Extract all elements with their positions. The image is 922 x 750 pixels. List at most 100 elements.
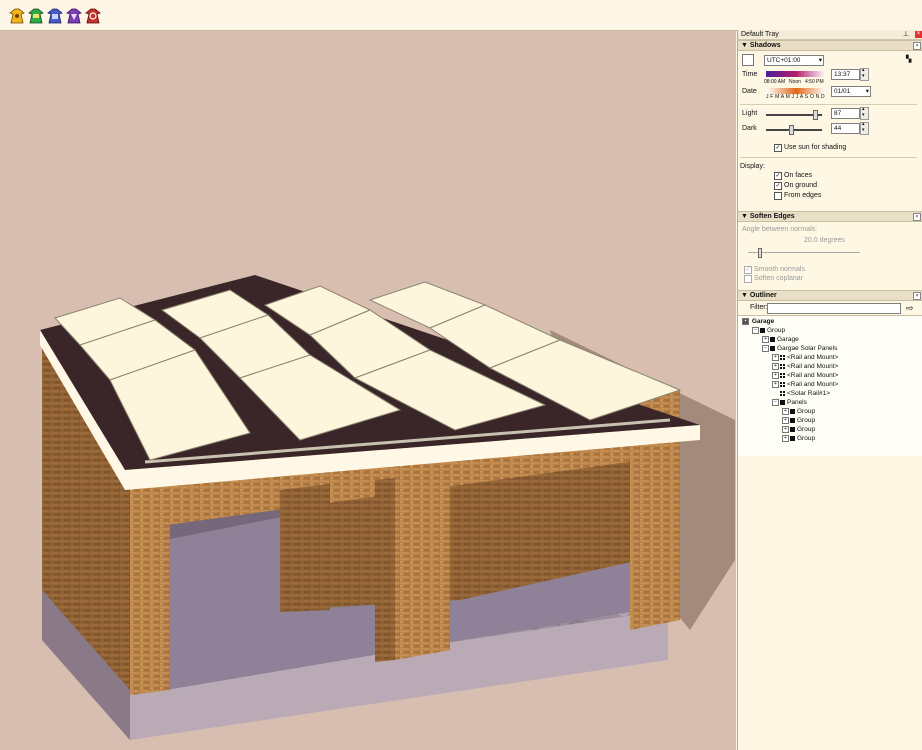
- outliner-item[interactable]: + <Rail and Mount>: [772, 362, 838, 371]
- group-icon: [790, 435, 795, 441]
- outliner-item-label: Panels: [787, 399, 807, 406]
- outliner-item[interactable]: − Panels: [772, 398, 807, 407]
- angle-slider[interactable]: [748, 252, 860, 253]
- on-ground-label: On ground: [784, 182, 818, 189]
- outliner-item-label: <Rail and Mount>: [787, 363, 839, 370]
- outliner-details-icon[interactable]: ⇨: [906, 303, 914, 314]
- time-scale-right: 4:50 PM: [805, 79, 824, 85]
- outliner-item[interactable]: + <Rail and Mount>: [772, 380, 838, 389]
- time-scale-left: 08:00 AM: [764, 79, 786, 85]
- outliner-item[interactable]: − Group: [752, 326, 785, 335]
- outliner-item[interactable]: + Group: [782, 425, 815, 434]
- dark-label: Dark: [742, 125, 757, 132]
- panel-close-icon[interactable]: ×: [913, 292, 921, 300]
- date-label: Date: [742, 88, 757, 95]
- outliner-item[interactable]: + Garage: [762, 335, 799, 344]
- layers-icon[interactable]: [28, 8, 44, 24]
- time-input[interactable]: 13:37: [831, 69, 860, 80]
- soften-coplanar-checkbox[interactable]: [744, 275, 752, 283]
- dark-stepper[interactable]: [860, 121, 869, 135]
- from-edges-label: From edges: [784, 192, 822, 199]
- collapse-icon: ▼: [741, 42, 750, 49]
- component-icon: [780, 363, 785, 369]
- dark-slider[interactable]: [766, 129, 822, 131]
- collapse-icon[interactable]: −: [752, 326, 759, 334]
- default-tray: Default Tray ⊥ × ▼ Shadows × UTC+01:00 ▾ …: [737, 30, 922, 750]
- component-icon: [780, 390, 785, 396]
- outliner-item-label: Group: [797, 435, 816, 442]
- on-faces-checkbox[interactable]: ✓: [774, 172, 782, 180]
- expand-icon[interactable]: +: [782, 407, 789, 415]
- soften-edges-panel: Angle between normals: 20.0 degrees ✓ Sm…: [738, 222, 922, 290]
- dark-slider-thumb[interactable]: [788, 125, 794, 135]
- collapse-icon[interactable]: −: [762, 344, 769, 352]
- outliner-item[interactable]: <Solar Rail#1>: [772, 389, 830, 398]
- close-icon[interactable]: ×: [915, 31, 922, 38]
- outliner-header-label: Outliner: [749, 292, 777, 299]
- months-scale: J F M A M J J A S O N D: [766, 94, 825, 100]
- expand-icon[interactable]: +: [772, 362, 779, 370]
- on-ground-checkbox[interactable]: ✓: [774, 182, 782, 190]
- pin-icon[interactable]: ⊥: [903, 30, 909, 39]
- component-icon: [780, 372, 785, 378]
- expand-icon[interactable]: +: [772, 371, 779, 379]
- chevron-down-icon: ▾: [818, 57, 822, 64]
- shadows-panel-header[interactable]: ▼ Shadows ×: [738, 40, 922, 51]
- expand-icon[interactable]: +: [782, 425, 789, 433]
- root-label: Garage: [751, 318, 775, 325]
- outliner-item[interactable]: + Group: [782, 416, 815, 425]
- smooth-normals-checkbox[interactable]: ✓: [744, 266, 752, 274]
- display-label: Display:: [740, 163, 765, 170]
- filter-input[interactable]: [767, 303, 901, 314]
- component-icon: [780, 354, 785, 360]
- outliner-item[interactable]: + <Rail and Mount>: [772, 353, 838, 362]
- date-select[interactable]: 01/01 ▾: [831, 86, 871, 97]
- chevron-down-icon: ▾: [865, 88, 869, 95]
- expand-icon[interactable]: +: [782, 434, 789, 442]
- expand-icon[interactable]: +: [772, 380, 779, 388]
- expand-icon[interactable]: +: [772, 353, 779, 361]
- light-input[interactable]: 87: [831, 108, 860, 119]
- light-slider-thumb[interactable]: [812, 110, 818, 120]
- panel-close-icon[interactable]: ×: [913, 213, 921, 221]
- time-scale-mid: Noon: [789, 79, 801, 85]
- time-stepper[interactable]: [860, 67, 869, 81]
- group-icon: [790, 408, 795, 414]
- from-edges-checkbox[interactable]: [774, 192, 782, 200]
- outliner-item-label: Group: [797, 417, 816, 424]
- divider: [740, 104, 917, 105]
- date-value: 01/01: [834, 88, 851, 95]
- styles-icon[interactable]: [9, 8, 25, 24]
- toolbar: [0, 0, 922, 31]
- model-viewport[interactable]: [0, 31, 736, 750]
- use-sun-checkbox[interactable]: ✓: [774, 144, 782, 152]
- soften-header-label: Soften Edges: [749, 213, 795, 220]
- expand-icon[interactable]: +: [762, 335, 769, 343]
- outliner-item[interactable]: + Group: [782, 407, 815, 416]
- outliner-item-label: Group: [767, 327, 786, 334]
- angle-value: 20.0 degrees: [804, 237, 845, 244]
- outliner-item-label: <Rail and Mount>: [787, 381, 839, 388]
- outliner-root[interactable]: ▪ Garage: [742, 317, 774, 326]
- expand-icon[interactable]: +: [782, 416, 789, 424]
- toggle-shadows-icon[interactable]: [742, 54, 754, 66]
- soften-edges-panel-header[interactable]: ▼ Soften Edges ×: [738, 211, 922, 222]
- shadow-settings-icon[interactable]: ▚: [906, 55, 914, 64]
- dark-input[interactable]: 44: [831, 123, 860, 134]
- garage-model-drawing: [40, 275, 735, 740]
- light-stepper[interactable]: [860, 106, 869, 120]
- components-icon[interactable]: [47, 8, 63, 24]
- time-slider[interactable]: [766, 71, 826, 77]
- collapse-icon[interactable]: −: [772, 398, 779, 406]
- tray-title-bar: Default Tray ⊥ ×: [738, 30, 922, 40]
- timezone-select[interactable]: UTC+01:00 ▾: [764, 55, 824, 66]
- outliner-panel-header[interactable]: ▼ Outliner ×: [738, 290, 922, 301]
- outliner-item[interactable]: − Gargae Solar Panels: [762, 344, 837, 353]
- outliner-item[interactable]: + Group: [782, 434, 815, 443]
- materials-icon[interactable]: [66, 8, 82, 24]
- group-icon: [770, 336, 775, 342]
- scenes-icon[interactable]: [85, 8, 101, 24]
- outliner-item[interactable]: + <Rail and Mount>: [772, 371, 838, 380]
- panel-close-icon[interactable]: ×: [913, 42, 921, 50]
- angle-slider-thumb[interactable]: [758, 248, 763, 258]
